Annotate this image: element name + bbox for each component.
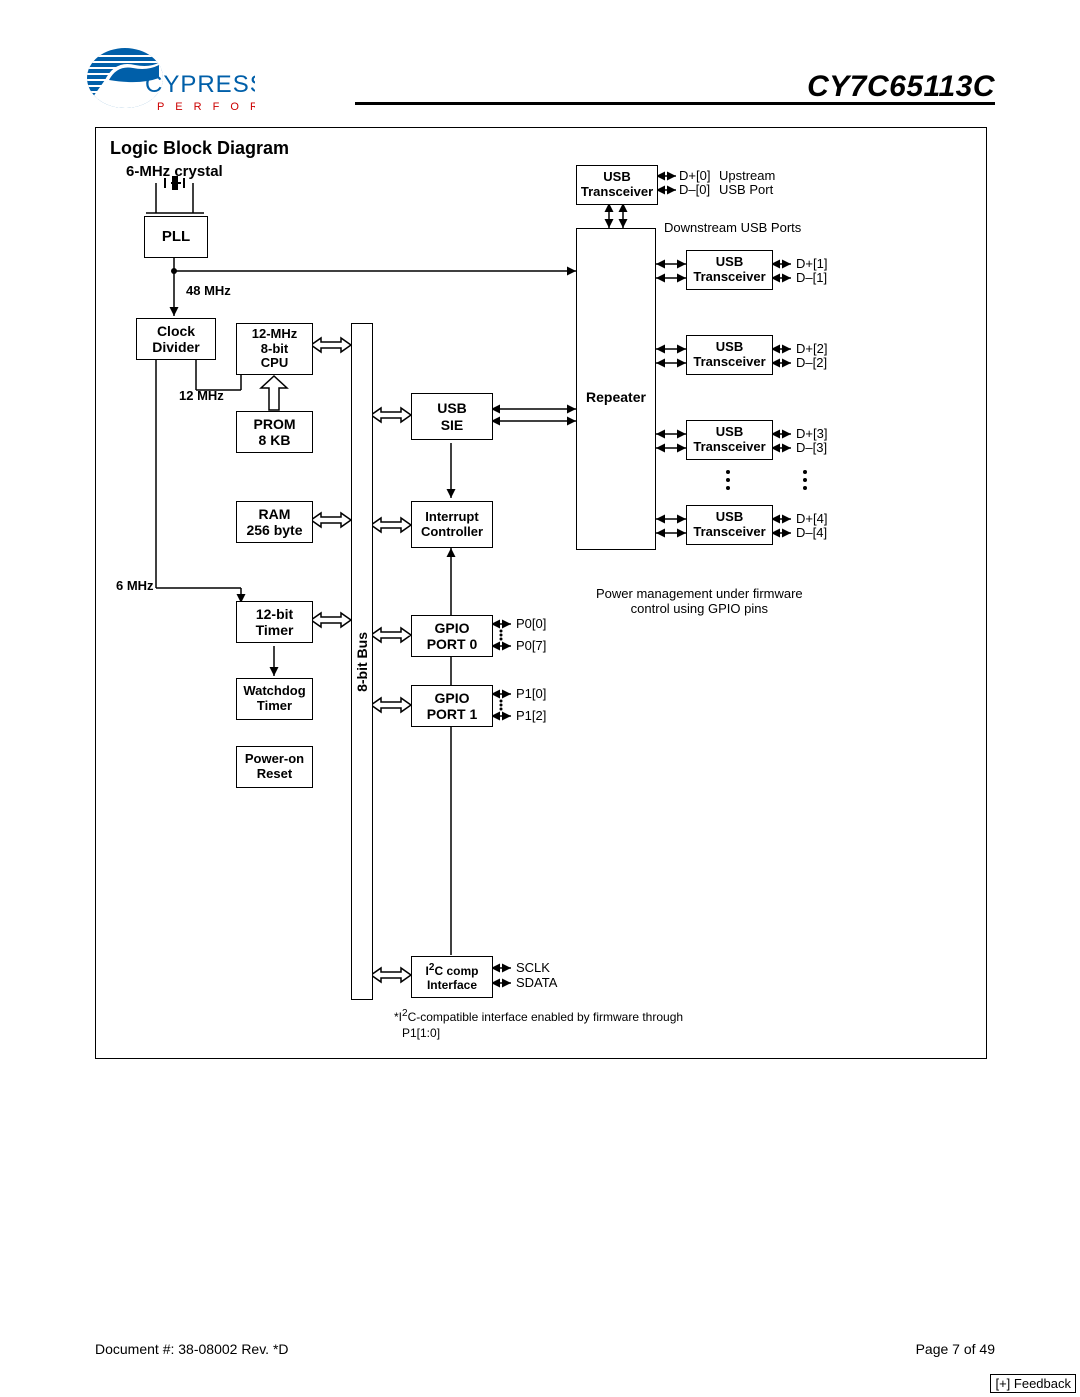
d4p-label: D+[4] xyxy=(796,511,827,526)
d3m-label: D–[3] xyxy=(796,440,827,455)
sdata-label: SDATA xyxy=(516,975,557,990)
i2c-block: I2C compInterface xyxy=(411,956,493,998)
d0m-label: D–[0] xyxy=(679,182,710,197)
diagram-connectors xyxy=(96,128,986,1058)
prom-block: PROM 8 KB xyxy=(236,411,313,453)
usb-transceiver-1: USB Transceiver xyxy=(686,250,773,290)
page-number: Page 7 of 49 xyxy=(916,1341,995,1357)
usb-transceiver-2: USB Transceiver xyxy=(686,335,773,375)
d3p-label: D+[3] xyxy=(796,426,827,441)
p07-label: P0[7] xyxy=(516,638,546,653)
watchdog-block: Watchdog Timer xyxy=(236,678,313,720)
crystal-label: 6-MHz crystal xyxy=(126,163,223,180)
timer-block: 12-bit Timer xyxy=(236,601,313,643)
interrupt-controller-block: Interrupt Controller xyxy=(411,501,493,548)
usb-transceiver-0: USB Transceiver xyxy=(576,165,658,205)
gpio-port0-block: GPIO PORT 0 xyxy=(411,615,493,657)
page-header: CYPRESS P E R F O R M CY7C65113C xyxy=(85,40,995,120)
page: CYPRESS P E R F O R M CY7C65113C Logic B… xyxy=(0,0,1080,1397)
usb-transceiver-4: USB Transceiver xyxy=(686,505,773,545)
clock-divider-block: Clock Divider xyxy=(136,318,216,360)
part-number: CY7C65113C xyxy=(807,70,995,104)
clk6-label: 6 MHz xyxy=(116,578,154,593)
feedback-button[interactable]: [+] Feedback xyxy=(990,1374,1076,1393)
page-footer: Document #: 38-08002 Rev. *D Page 7 of 4… xyxy=(95,1341,995,1357)
bus-block: 8-bit Bus xyxy=(351,323,373,1000)
power-mgmt-note: Power management under firmware control … xyxy=(596,586,803,616)
doc-number: Document #: 38-08002 Rev. *D xyxy=(95,1341,289,1357)
usbport-label: USB Port xyxy=(719,182,773,197)
sclk-label: SCLK xyxy=(516,960,550,975)
header-underline xyxy=(355,102,995,105)
por-block: Power-on Reset xyxy=(236,746,313,788)
d1m-label: D–[1] xyxy=(796,270,827,285)
p00-label: P0[0] xyxy=(516,616,546,631)
p12-label: P1[2] xyxy=(516,708,546,723)
svg-text:P E R F O R M: P E R F O R M xyxy=(157,101,255,113)
d2p-label: D+[2] xyxy=(796,341,827,356)
svg-text:CYPRESS: CYPRESS xyxy=(145,71,255,98)
d0p-label: D+[0] xyxy=(679,168,710,183)
usb-sie-block: USB SIE xyxy=(411,393,493,440)
p10-label: P1[0] xyxy=(516,686,546,701)
d2m-label: D–[2] xyxy=(796,355,827,370)
clk12-label: 12 MHz xyxy=(179,388,224,403)
clk48-label: 48 MHz xyxy=(186,283,231,298)
upstream-label: Upstream xyxy=(719,168,775,183)
logic-block-diagram: Logic Block Diagram xyxy=(95,127,987,1059)
downstream-ports-label: Downstream USB Ports xyxy=(664,220,801,235)
ram-block: RAM 256 byte xyxy=(236,501,313,543)
d1p-label: D+[1] xyxy=(796,256,827,271)
repeater-block: Repeater xyxy=(576,228,656,550)
pll-block: PLL xyxy=(144,216,208,258)
i2c-note-a: *I2C-compatible interface enabled by fir… xyxy=(394,1008,683,1024)
d4m-label: D–[4] xyxy=(796,525,827,540)
usb-transceiver-3: USB Transceiver xyxy=(686,420,773,460)
gpio-port1-block: GPIO PORT 1 xyxy=(411,685,493,727)
cpu-block: 12-MHz 8-bit CPU xyxy=(236,323,313,375)
i2c-note-b: P1[1:0] xyxy=(402,1026,440,1040)
cypress-logo: CYPRESS P E R F O R M xyxy=(85,40,255,120)
